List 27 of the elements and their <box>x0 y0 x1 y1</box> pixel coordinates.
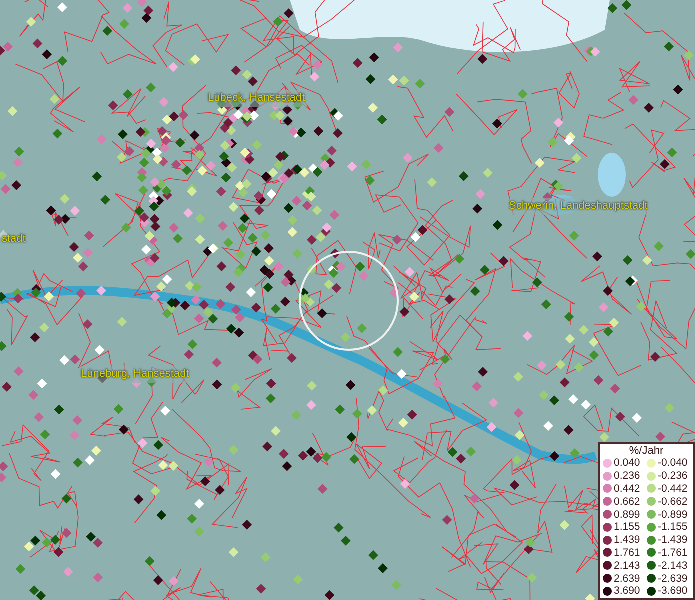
legend-value: -0.442 <box>658 482 688 495</box>
legend-value: 3.690 <box>614 585 642 598</box>
place-label: Schwerin, Landeshauptstadt <box>507 198 650 214</box>
legend-value: 2.143 <box>614 560 642 572</box>
legend-value: -1.439 <box>658 534 688 546</box>
lake-drawing <box>598 153 626 197</box>
legend-value: -1.155 <box>658 521 688 534</box>
legend-value: -2.639 <box>658 572 688 585</box>
legend-value: 1.155 <box>614 521 642 534</box>
legend-value: -1.761 <box>658 546 688 559</box>
legend-value: -0.236 <box>658 470 688 482</box>
legend-value: 0.662 <box>614 496 642 508</box>
legend-value: -0.899 <box>658 508 688 521</box>
legend-value: -2.143 <box>658 560 688 572</box>
legend-value: 1.761 <box>614 546 642 559</box>
legend-value: 0.236 <box>614 470 642 482</box>
legend-value: 0.442 <box>614 482 642 495</box>
place-label: Lüneburg, Hansestadt <box>79 366 192 382</box>
place-label: Lübeck, Hansestadt <box>206 90 308 106</box>
legend-value: 0.899 <box>614 508 642 521</box>
legend-value: 2.639 <box>614 572 642 585</box>
legend-value: 1.439 <box>614 534 642 546</box>
legend-value: -0.040 <box>658 457 688 470</box>
legend-value: 0.040 <box>614 457 642 470</box>
legend-value: -0.662 <box>658 496 688 508</box>
legend-title: %/Jahr <box>628 445 665 457</box>
legend-value: -3.690 <box>658 585 688 598</box>
